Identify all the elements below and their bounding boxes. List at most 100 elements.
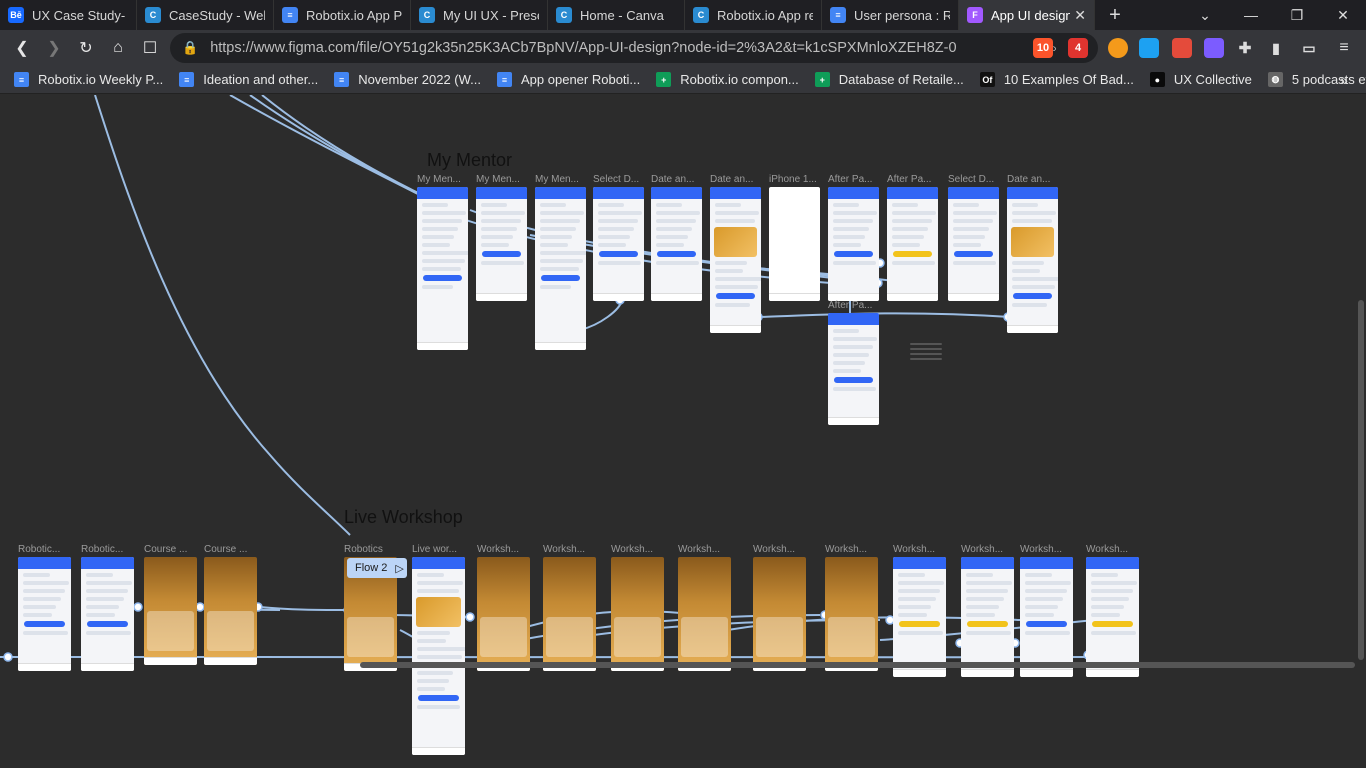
design-frame[interactable]: [477, 557, 530, 671]
frame-label[interactable]: Robotic...: [81, 544, 140, 555]
design-frame[interactable]: [678, 557, 731, 671]
forward-icon[interactable]: ❯: [38, 32, 70, 64]
design-frame[interactable]: [710, 187, 761, 333]
frame-label[interactable]: My Men...: [476, 174, 533, 185]
design-frame[interactable]: [535, 187, 586, 350]
design-frame[interactable]: [825, 557, 878, 671]
bookmark-item[interactable]: + Robotix.io compon...: [656, 72, 799, 87]
wallet-icon[interactable]: ▭: [1299, 38, 1319, 58]
browser-tab[interactable]: ≡ User persona : Rob: [822, 0, 959, 30]
design-frame[interactable]: [887, 187, 938, 301]
browser-tab[interactable]: C Robotix.io App rese: [685, 0, 822, 30]
extension-orange-icon[interactable]: [1108, 38, 1128, 58]
frame-label[interactable]: Worksh...: [477, 544, 536, 555]
horizontal-scrollbar[interactable]: [360, 662, 1355, 668]
vertical-scrollbar[interactable]: [1358, 300, 1364, 660]
browser-tab[interactable]: C Home - Canva: [548, 0, 685, 30]
design-frame[interactable]: [828, 187, 879, 301]
design-frame[interactable]: [543, 557, 596, 671]
design-frame[interactable]: [81, 557, 134, 671]
frame-label[interactable]: Course ...: [204, 544, 263, 555]
frame-label[interactable]: Worksh...: [753, 544, 812, 555]
frame-label[interactable]: Worksh...: [678, 544, 737, 555]
bookmark-item[interactable]: ● UX Collective: [1149, 72, 1252, 87]
design-frame[interactable]: [18, 557, 71, 671]
tab-search-icon[interactable]: ⌄: [1182, 0, 1228, 30]
design-frame[interactable]: [611, 557, 664, 671]
bookmark-item[interactable]: ≡ November 2022 (W...: [334, 72, 481, 87]
design-frame[interactable]: [144, 557, 197, 665]
design-frame[interactable]: [593, 187, 644, 301]
frame-label[interactable]: Robotics: [344, 544, 403, 555]
home-icon[interactable]: ⌂: [102, 32, 134, 64]
design-frame[interactable]: [204, 557, 257, 665]
frame-label[interactable]: Select D...: [948, 174, 1005, 185]
frame-label[interactable]: After Pa...: [828, 174, 885, 185]
frame-label[interactable]: Select D...: [593, 174, 650, 185]
back-icon[interactable]: ❮: [6, 32, 38, 64]
color-picker-icon[interactable]: [1204, 38, 1224, 58]
reload-icon[interactable]: ↻: [70, 32, 102, 64]
minimize-icon[interactable]: —: [1228, 0, 1274, 30]
bookmark-item[interactable]: ≡ Ideation and other...: [179, 72, 318, 87]
frame-label[interactable]: Date an...: [1007, 174, 1064, 185]
address-bar[interactable]: 🔒 https://www.figma.com/file/OY51g2k35n2…: [170, 33, 1098, 63]
close-tab-icon[interactable]: ✕: [1074, 7, 1086, 24]
browser-tab[interactable]: C CaseStudy - Websit: [137, 0, 274, 30]
section-title-my-mentor[interactable]: My Mentor: [427, 150, 512, 171]
design-frame[interactable]: [1007, 187, 1058, 333]
design-frame[interactable]: [753, 557, 806, 671]
bookmark-item[interactable]: + Database of Retaile...: [814, 72, 964, 87]
menu-icon[interactable]: ≡: [1334, 38, 1354, 58]
bookmark-item[interactable]: Of 10 Examples Of Bad...: [979, 72, 1134, 87]
play-icon[interactable]: ▷: [395, 562, 403, 575]
frame-label[interactable]: My Men...: [417, 174, 474, 185]
brave-rewards-icon[interactable]: 4: [1068, 38, 1088, 58]
design-frame[interactable]: [948, 187, 999, 301]
design-frame[interactable]: [412, 557, 465, 755]
close-window-icon[interactable]: ✕: [1320, 0, 1366, 30]
frame-label[interactable]: Worksh...: [543, 544, 602, 555]
extension-blue-icon[interactable]: [1139, 38, 1159, 58]
section-title-live-workshop[interactable]: Live Workshop: [344, 507, 463, 528]
design-frame[interactable]: [961, 557, 1014, 677]
frame-label[interactable]: Robotic...: [18, 544, 77, 555]
new-tab-icon[interactable]: +: [1095, 0, 1135, 30]
frame-label[interactable]: Worksh...: [961, 544, 1020, 555]
bookmark-icon[interactable]: ☐: [134, 32, 166, 64]
frame-label[interactable]: Worksh...: [1020, 544, 1079, 555]
design-frame[interactable]: [476, 187, 527, 301]
frame-label[interactable]: My Men...: [535, 174, 592, 185]
design-frame[interactable]: [893, 557, 946, 677]
design-frame[interactable]: [1020, 557, 1073, 677]
browser-tab[interactable]: ≡ Robotix.io App Pro: [274, 0, 411, 30]
brave-shield-icon[interactable]: 10: [1033, 38, 1053, 58]
frame-label[interactable]: Worksh...: [825, 544, 884, 555]
design-frame[interactable]: [828, 313, 879, 425]
frame-label[interactable]: Live wor...: [412, 544, 471, 555]
browser-tab[interactable]: F App UI design ✕: [959, 0, 1095, 30]
design-frame[interactable]: [651, 187, 702, 301]
design-frame[interactable]: [769, 187, 820, 301]
maximize-icon[interactable]: ❐: [1274, 0, 1320, 30]
frame-label[interactable]: Worksh...: [611, 544, 670, 555]
bookmark-item[interactable]: ≡ Robotix.io Weekly P...: [14, 72, 163, 87]
frame-label[interactable]: Worksh...: [893, 544, 952, 555]
sidebar-icon[interactable]: ▮: [1266, 38, 1286, 58]
browser-tab[interactable]: Bē UX Case Study- Fas: [0, 0, 137, 30]
frame-label[interactable]: iPhone 1...: [769, 174, 826, 185]
frame-label[interactable]: After Pa...: [887, 174, 944, 185]
flow-starting-point[interactable]: Flow 2 ▷: [347, 558, 407, 578]
frame-label[interactable]: After Pa...: [828, 300, 885, 311]
extensions-puzzle-icon[interactable]: ✚: [1235, 38, 1255, 58]
frame-label[interactable]: Worksh...: [1086, 544, 1145, 555]
design-frame[interactable]: [417, 187, 468, 350]
frame-label[interactable]: Date an...: [651, 174, 708, 185]
bookmark-item[interactable]: ≡ App opener Roboti...: [497, 72, 640, 87]
more-bookmarks-icon[interactable]: »: [1334, 70, 1354, 90]
extension-red-icon[interactable]: [1172, 38, 1192, 58]
browser-tab[interactable]: C My UI UX - Present: [411, 0, 548, 30]
frame-label[interactable]: Course ...: [144, 544, 203, 555]
design-frame[interactable]: [1086, 557, 1139, 677]
frame-label[interactable]: Date an...: [710, 174, 767, 185]
